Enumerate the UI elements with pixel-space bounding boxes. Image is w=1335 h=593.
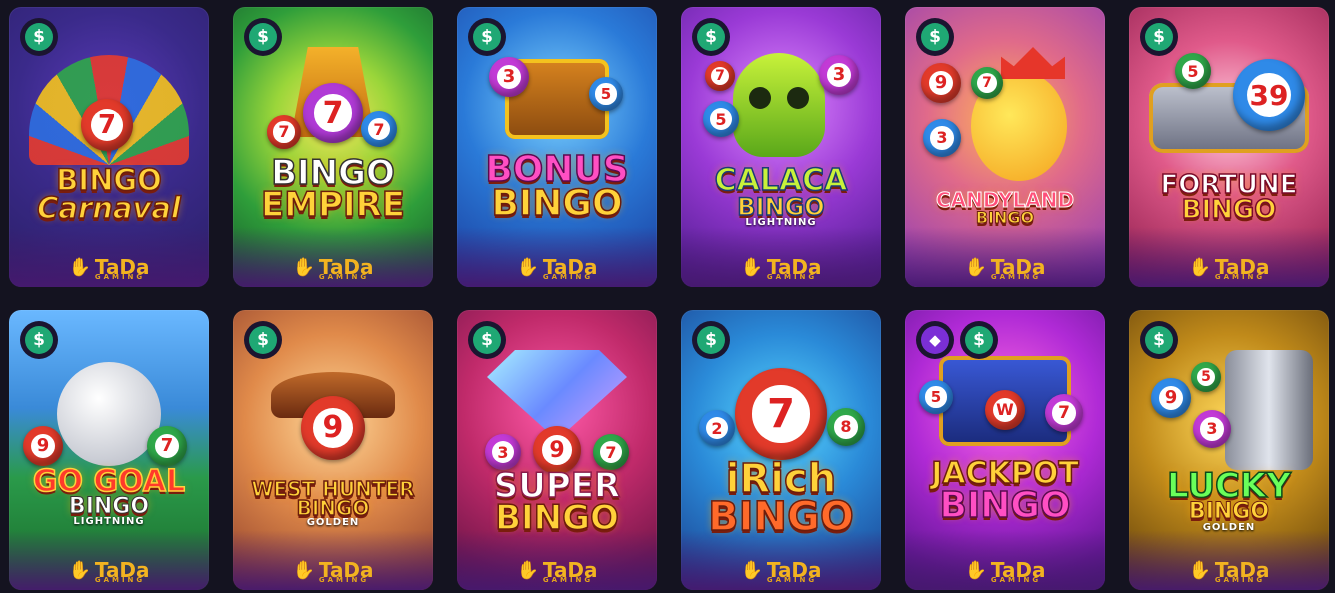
game-grid: 7 $ BINGO Carnaval ✋ TaDa GAMING 7 7 7 $ BI… bbox=[9, 7, 1329, 590]
game-card-bonus-bingo[interactable]: 3 5 $ BONUS BINGO ✋ TaDa GAMING bbox=[457, 7, 657, 287]
badge-group: $ bbox=[1140, 18, 1178, 56]
badge-group: $ bbox=[916, 18, 954, 56]
dollar-badge-icon: $ bbox=[244, 18, 282, 56]
dollar-badge-icon: $ bbox=[692, 18, 730, 56]
badge-group: $ bbox=[468, 18, 506, 56]
game-title: CALACA BINGO LIGHTNING bbox=[714, 163, 848, 229]
game-card-jackpot-bingo[interactable]: W 5 7 ◆ $ JACKPOT BINGO ✋ TaDa GAMING bbox=[905, 310, 1105, 590]
provider-logo: ✋ TaDa GAMING bbox=[292, 558, 374, 584]
badge-group: $ bbox=[692, 18, 730, 56]
badge-group: $ bbox=[692, 321, 730, 359]
provider-logo: ✋ TaDa GAMING bbox=[964, 558, 1046, 584]
game-title: CANDYLAND BINGO bbox=[935, 188, 1075, 227]
dollar-badge-icon: $ bbox=[692, 321, 730, 359]
game-title: SUPER BINGO bbox=[493, 466, 621, 539]
game-card-bingo-empire[interactable]: 7 7 7 $ BINGO EMPIRE ✋ TaDa GAMING bbox=[233, 7, 433, 287]
dollar-badge-icon: $ bbox=[20, 18, 58, 56]
game-title: FORTUNE BINGO bbox=[1160, 170, 1299, 225]
dollar-badge-icon: $ bbox=[468, 321, 506, 359]
game-card-lucky-bingo[interactable]: 9 5 3 $ LUCKY BINGO GOLDEN ✋ TaDa GAMING bbox=[1129, 310, 1329, 590]
provider-logo: ✋ TaDa GAMING bbox=[964, 255, 1046, 281]
game-title: WEST HUNTER BINGO GOLDEN bbox=[251, 477, 416, 528]
game-card-super-bingo[interactable]: 9 3 7 $ SUPER BINGO ✋ TaDa GAMING bbox=[457, 310, 657, 590]
provider-logo: ✋ TaDa GAMING bbox=[68, 255, 150, 281]
provider-logo: ✋ TaDa GAMING bbox=[516, 558, 598, 584]
dollar-badge-icon: $ bbox=[960, 321, 998, 359]
game-card-go-goal-bingo[interactable]: 9 7 $ GO GOAL BINGO LIGHTNING ✋ TaDa GAMING bbox=[9, 310, 209, 590]
provider-logo: ✋ TaDa GAMING bbox=[516, 255, 598, 281]
game-title: iRich BINGO bbox=[707, 456, 854, 540]
badge-group: $ bbox=[1140, 321, 1178, 359]
game-title: GO GOAL BINGO LIGHTNING bbox=[32, 464, 186, 528]
game-card-candyland-bingo[interactable]: 9 7 3 $ CANDYLAND BINGO ✋ TaDa GAMING bbox=[905, 7, 1105, 287]
provider-logo: ✋ TaDa GAMING bbox=[292, 255, 374, 281]
game-card-west-hunter-bingo[interactable]: 9 $ WEST HUNTER BINGO GOLDEN ✋ TaDa GAMING bbox=[233, 310, 433, 590]
game-title: JACKPOT BINGO bbox=[930, 456, 1079, 526]
dollar-badge-icon: $ bbox=[20, 321, 58, 359]
provider-logo: ✋ TaDa GAMING bbox=[1188, 255, 1270, 281]
badge-group: $ bbox=[20, 18, 58, 56]
game-title: BONUS BINGO bbox=[485, 149, 630, 225]
badge-group: $ bbox=[244, 321, 282, 359]
dollar-badge-icon: $ bbox=[916, 18, 954, 56]
game-card-bingo-carnaval[interactable]: 7 $ BINGO Carnaval ✋ TaDa GAMING bbox=[9, 7, 209, 287]
badge-group: ◆ $ bbox=[916, 321, 998, 359]
provider-logo: ✋ TaDa GAMING bbox=[740, 255, 822, 281]
game-title: LUCKY BINGO GOLDEN bbox=[1166, 466, 1291, 534]
badge-group: $ bbox=[244, 18, 282, 56]
game-title: BINGO Carnaval bbox=[36, 163, 181, 225]
game-card-fortune-bingo[interactable]: 39 5 $ FORTUNE BINGO ✋ TaDa GAMING bbox=[1129, 7, 1329, 287]
diamond-badge-icon: ◆ bbox=[916, 321, 954, 359]
game-card-irich-bingo[interactable]: 7 2 8 $ iRich BINGO ✋ TaDa GAMING bbox=[681, 310, 881, 590]
provider-logo: ✋ TaDa GAMING bbox=[68, 558, 150, 584]
dollar-badge-icon: $ bbox=[1140, 18, 1178, 56]
badge-group: $ bbox=[468, 321, 506, 359]
badge-group: $ bbox=[20, 321, 58, 359]
dollar-badge-icon: $ bbox=[244, 321, 282, 359]
game-title: BINGO EMPIRE bbox=[260, 153, 406, 226]
provider-logo: ✋ TaDa GAMING bbox=[740, 558, 822, 584]
dollar-badge-icon: $ bbox=[468, 18, 506, 56]
provider-logo: ✋ TaDa GAMING bbox=[1188, 558, 1270, 584]
dollar-badge-icon: $ bbox=[1140, 321, 1178, 359]
game-card-calaca-bingo[interactable]: 7 3 5 $ CALACA BINGO LIGHTNING ✋ TaDa GAMING bbox=[681, 7, 881, 287]
